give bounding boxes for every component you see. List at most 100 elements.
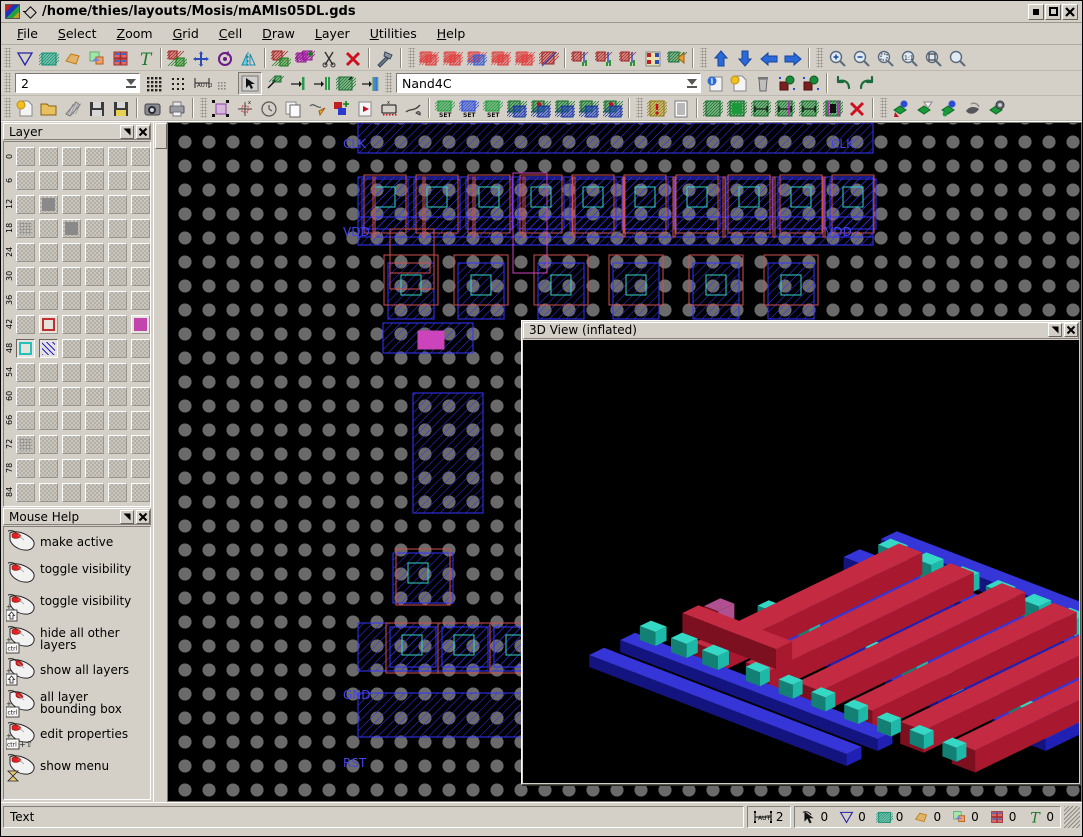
file-save-icon[interactable] [85,97,109,120]
file-save-as-icon[interactable] [109,97,133,120]
layer-cell[interactable] [60,312,83,336]
layer-swatch[interactable] [131,338,150,358]
layer-swatch[interactable] [108,362,127,382]
zoom-in-icon[interactable] [825,47,849,70]
layer-cell[interactable] [14,432,37,456]
layer-set-green-icon[interactable]: SET [433,97,457,120]
drc-fill-icon[interactable] [725,97,749,120]
layout-canvas[interactable]: CLK CLK VDD VDD GND RST 3D View (inflated) [167,122,1082,802]
file-import-icon[interactable] [61,97,85,120]
layer-cell[interactable] [106,384,129,408]
layer-swatch[interactable] [108,386,127,406]
layer-swatch[interactable] [16,218,35,238]
layer-swatch[interactable] [16,362,35,382]
layer-swatch[interactable] [39,362,58,382]
layer-swatch[interactable] [16,146,35,166]
layer-swatch[interactable] [62,242,81,262]
layer-set-blue-icon[interactable]: SET [457,97,481,120]
layer-swatch[interactable] [16,242,35,262]
layer-swatch[interactable] [39,290,58,310]
screenshot-icon[interactable] [141,97,165,120]
layer-swatch[interactable] [16,338,35,358]
layer-swatch[interactable] [131,386,150,406]
layer-cell[interactable] [129,264,152,288]
file-open-icon[interactable] [37,97,61,120]
layer-swatch[interactable] [39,314,58,334]
merge-shape-icon[interactable] [293,47,317,70]
layer-combine-2-icon[interactable] [529,97,553,120]
layer-swatch[interactable] [85,218,104,238]
layer-swatch[interactable] [85,266,104,286]
layer-swatch[interactable] [39,146,58,166]
drc-warning-icon[interactable] [645,97,669,120]
layer-combine-4-icon[interactable] [577,97,601,120]
layer-swatch[interactable] [131,146,150,166]
add-layer-icon[interactable] [329,97,353,120]
layer-cell[interactable] [14,288,37,312]
snap-point-icon[interactable] [262,72,286,95]
toolbar-grip[interactable] [816,48,823,68]
layer-swatch[interactable] [16,290,35,310]
layer-swatch[interactable] [16,266,35,286]
layer-combine-5-icon[interactable] [601,97,625,120]
copy-icon[interactable] [281,97,305,120]
snap-center-icon[interactable] [334,72,358,95]
layer-swatch[interactable] [62,170,81,190]
layer-cell[interactable] [37,432,60,456]
add-shape-icon[interactable] [269,47,293,70]
layer-swatch[interactable] [39,266,58,286]
file-new-icon[interactable] [13,97,37,120]
menu-utilities[interactable]: Utilities [360,24,427,43]
layer-swatch[interactable] [131,434,150,454]
layer-cell[interactable] [106,168,129,192]
layer-swatch[interactable] [16,386,35,406]
drc-width-icon[interactable] [749,97,773,120]
cell-reference-tool-icon[interactable] [85,47,109,70]
window-menu-icon[interactable] [22,5,36,19]
layer-cell[interactable] [83,144,106,168]
three-d-viewport[interactable] [523,339,1079,783]
cell-group-icon[interactable] [799,72,823,95]
size-shape-icon[interactable] [537,47,561,70]
layer-map-icon[interactable] [665,47,689,70]
layer-swatch[interactable] [39,338,58,358]
mouse-help-collapse-button[interactable] [120,509,134,524]
tools-hammer-icon[interactable] [373,47,397,70]
layer-swatch[interactable] [131,194,150,214]
layer-cell[interactable] [83,216,106,240]
toolbar-grip[interactable] [700,48,707,68]
layer-cell[interactable] [106,264,129,288]
3d-camera-icon[interactable] [985,97,1009,120]
toolbar-grip[interactable] [4,73,11,93]
layer-swatch[interactable] [62,362,81,382]
cut-shape-icon[interactable] [317,47,341,70]
report-icon[interactable] [669,97,693,120]
layer-cell[interactable] [129,168,152,192]
polygon-tool-icon[interactable] [13,47,37,70]
layer-swatch[interactable] [85,362,104,382]
layer-cell[interactable] [37,480,60,504]
layer-swatch[interactable] [39,386,58,406]
toolbar-grip[interactable] [4,98,11,118]
layer-swatch[interactable] [108,410,127,430]
snap-edge2-icon[interactable] [310,72,334,95]
three-d-view-collapse-button[interactable] [1048,323,1062,338]
layer-cell[interactable] [14,168,37,192]
layer-cell[interactable] [14,144,37,168]
layer-swatch[interactable] [131,362,150,382]
menu-select[interactable]: Select [48,24,107,43]
toolbar-grip[interactable] [880,98,887,118]
snap-edge-icon[interactable] [286,72,310,95]
layer-swatch[interactable] [62,194,81,214]
layer-cell[interactable] [106,432,129,456]
layer-cell[interactable] [60,144,83,168]
layer-cell[interactable] [83,360,106,384]
layer-cell[interactable] [129,288,152,312]
arrow-down-icon[interactable] [733,47,757,70]
layer-cell[interactable] [129,216,152,240]
layer-cell[interactable] [37,144,60,168]
layer-swatch[interactable] [62,290,81,310]
arrow-right-icon[interactable] [781,47,805,70]
layer-cell[interactable] [37,408,60,432]
layer-swatch[interactable] [85,242,104,262]
